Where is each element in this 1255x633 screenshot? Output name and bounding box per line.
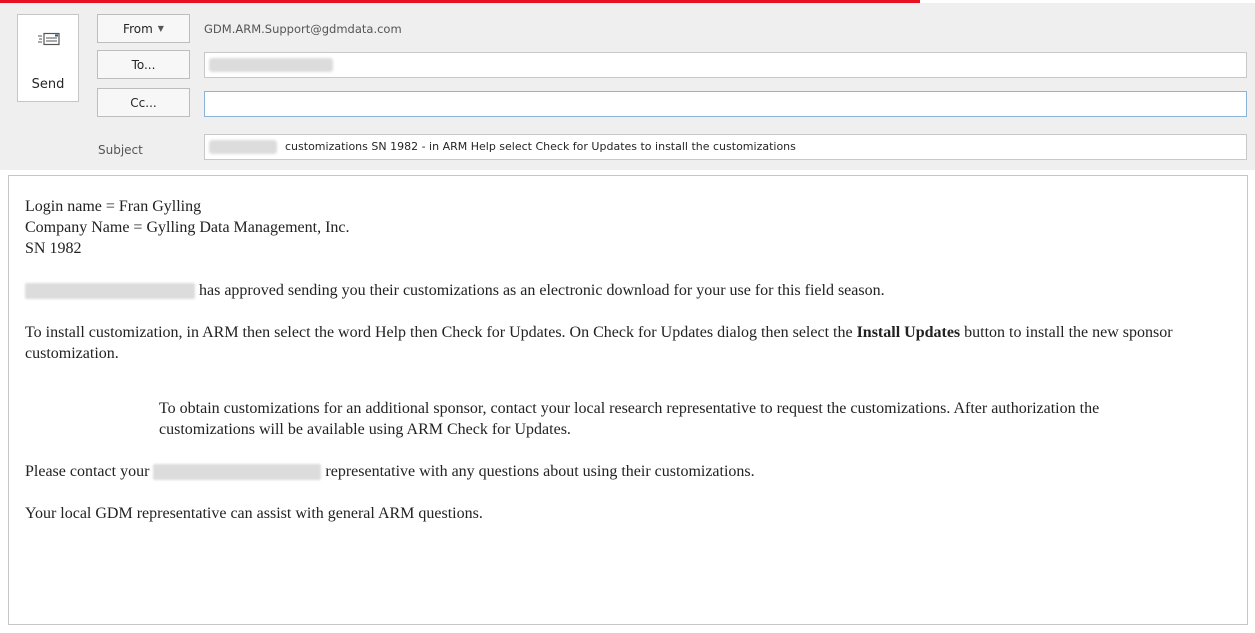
from-button[interactable]: From ▼ (97, 14, 190, 43)
install-text-a: To install customization, in ARM then se… (25, 324, 857, 341)
cc-button[interactable]: Cc... (97, 88, 190, 117)
serial-line: SN 1982 (25, 240, 82, 257)
local-rep-paragraph: Your local GDM representative can assist… (25, 505, 483, 522)
to-field[interactable] (204, 52, 1247, 78)
redacted-recipient (209, 58, 333, 72)
additional-sponsor-paragraph: To obtain customizations for an addition… (159, 400, 1100, 438)
contact-text-a: Please contact your (25, 463, 150, 480)
contact-text-b: representative with any questions about … (325, 463, 755, 480)
install-updates-bold: Install Updates (856, 324, 961, 341)
subject-field[interactable]: customizations SN 1982 - in ARM Help sel… (204, 134, 1247, 160)
chevron-down-icon: ▼ (157, 24, 164, 33)
contact-paragraph: Please contact your representative with … (25, 461, 1231, 482)
approved-text: has approved sending you their customiza… (199, 282, 885, 299)
approved-paragraph: has approved sending you their customiza… (25, 280, 1231, 301)
redacted-sponsor-name (25, 283, 195, 300)
subject-label: Subject (98, 143, 143, 157)
from-address: GDM.ARM.Support@gdmdata.com (204, 22, 402, 36)
send-envelope-icon (38, 32, 60, 46)
from-button-label: From (123, 21, 153, 36)
send-button[interactable]: Send (17, 14, 79, 102)
redacted-sponsor-name-2 (153, 464, 322, 481)
to-button[interactable]: To... (97, 50, 190, 79)
send-label: Send (31, 77, 65, 92)
compose-header: Send From ▼ GDM.ARM.Support@gdmdata.com … (0, 3, 1255, 170)
install-paragraph: To install customization, in ARM then se… (25, 322, 1231, 364)
subject-text: customizations SN 1982 - in ARM Help sel… (285, 140, 796, 153)
redacted-sponsor (209, 140, 277, 154)
login-line: Login name = Fran Gylling (25, 198, 202, 215)
cc-field[interactable] (204, 91, 1247, 117)
message-body[interactable]: Login name = Fran Gylling Company Name =… (8, 175, 1248, 625)
company-line: Company Name = Gylling Data Management, … (25, 219, 350, 236)
